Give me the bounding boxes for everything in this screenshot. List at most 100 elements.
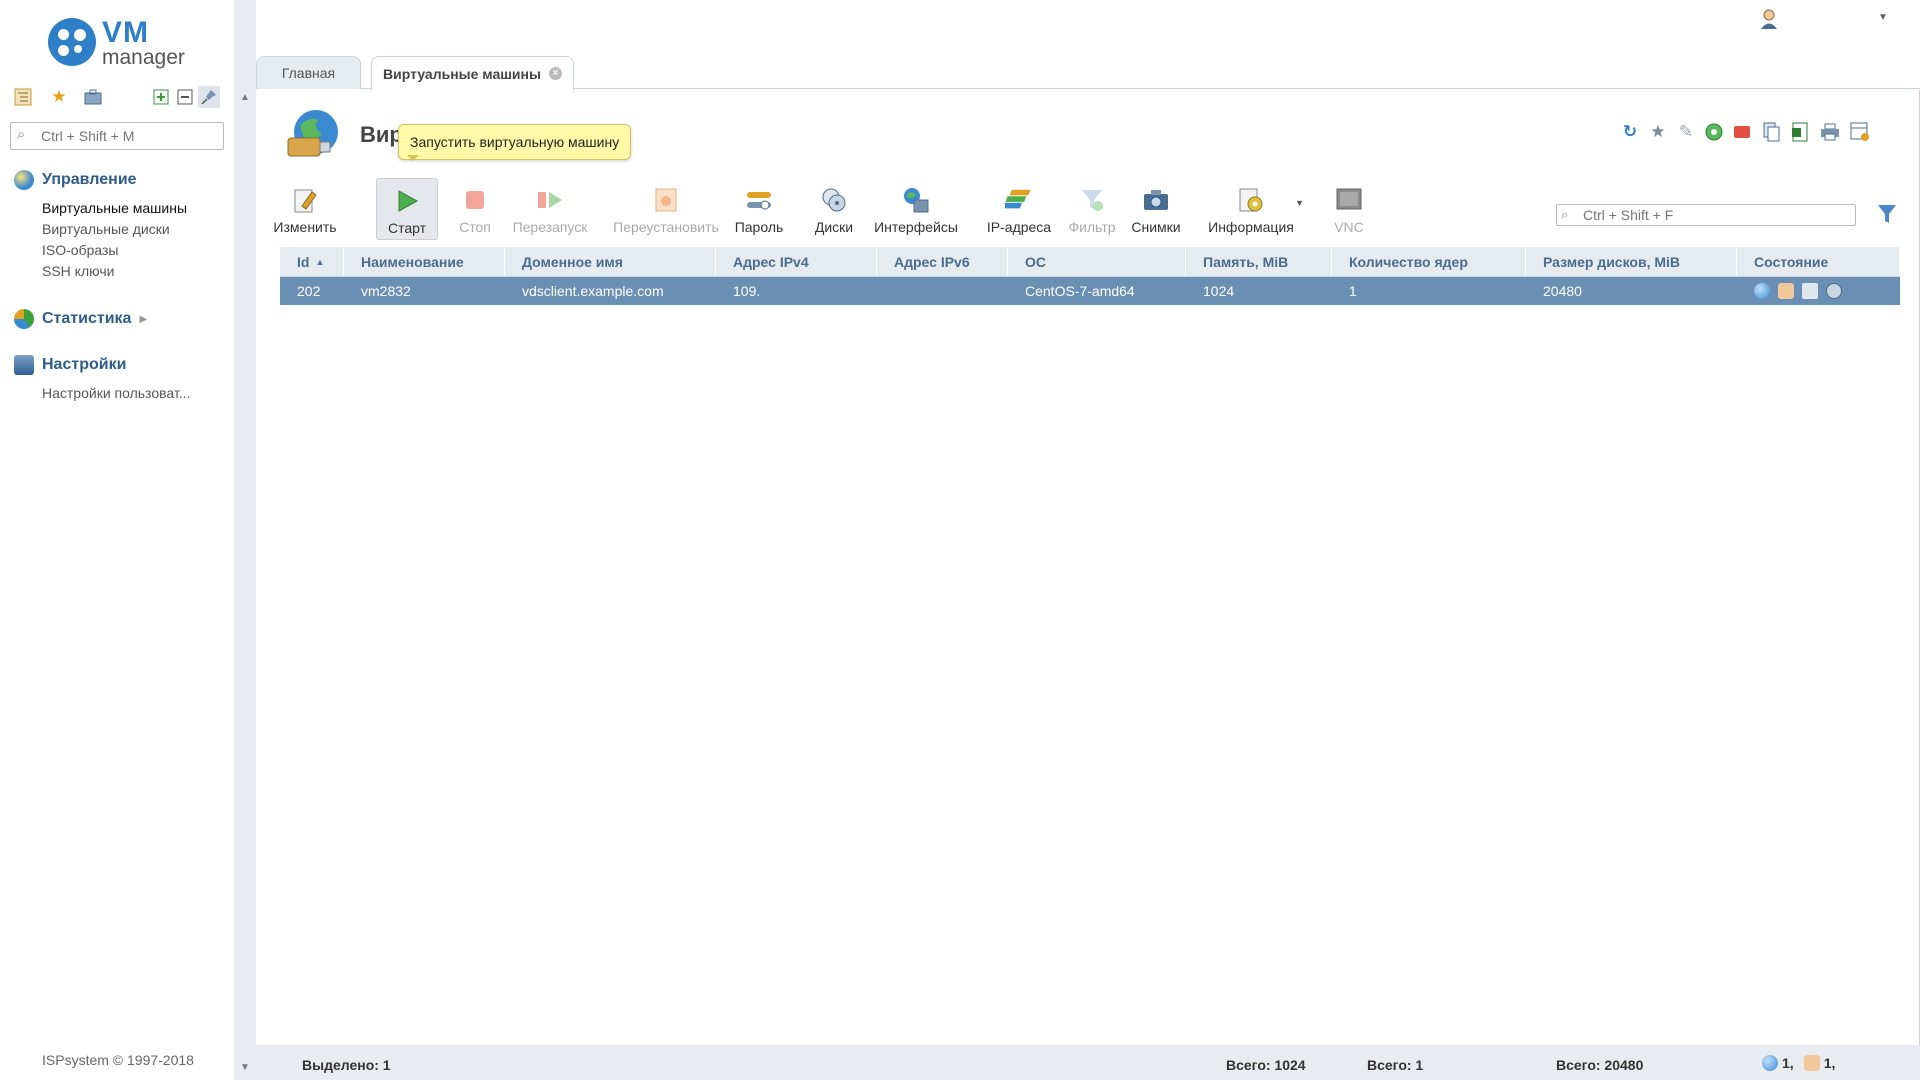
user-menu[interactable]: ▼ <box>1756 8 1888 32</box>
ip-addresses-icon <box>1005 186 1033 214</box>
briefcase-icon[interactable] <box>82 86 104 108</box>
table-filter-icon[interactable] <box>1876 202 1898 226</box>
sidebar-splitter[interactable]: ▲ ▼ <box>234 0 256 1080</box>
column-header-cores[interactable]: Количество ядер <box>1332 247 1526 276</box>
pin-icon[interactable]: ✎ <box>1674 120 1698 144</box>
menu-search-input[interactable] <box>41 126 219 146</box>
cell-id: 202 <box>297 283 321 299</box>
table-settings-icon[interactable] <box>1848 120 1872 144</box>
status-user-icon <box>1803 1055 1820 1071</box>
key-icon <box>745 186 773 214</box>
table-row[interactable]: 202 vm2832 vdsclient.example.com 109. Ce… <box>280 277 1900 305</box>
info-button[interactable]: Информация ▼ <box>1206 178 1304 240</box>
chevron-down-icon[interactable]: ▼ <box>1295 198 1304 208</box>
reinstall-button[interactable]: Переустановить <box>610 178 722 240</box>
logo-subtext: manager <box>102 46 185 69</box>
filter-button[interactable]: Фильтр <box>1062 178 1122 240</box>
cell-disk-size: 20480 <box>1543 283 1582 299</box>
cell-memory: 1024 <box>1203 283 1235 299</box>
total-disks: Всего: 20480 <box>1556 1057 1644 1073</box>
stop-button[interactable]: Стоп <box>450 178 500 240</box>
virtual-machines-globe-icon <box>287 110 338 157</box>
table-search-input[interactable] <box>1583 206 1851 224</box>
snapshots-button[interactable]: Снимки <box>1126 178 1186 240</box>
status-network-icon <box>1802 283 1818 299</box>
refresh-icon[interactable]: ↻ <box>1618 120 1642 144</box>
interfaces-icon <box>902 186 930 214</box>
favorite-star-icon[interactable]: ★ <box>1646 120 1670 144</box>
main-content: Вир Запустить виртуальную машину ↻ ★ ✎ И… <box>256 90 1920 1045</box>
menu-group-title[interactable]: Статистика ▶ <box>14 307 147 331</box>
network-globe-icon[interactable] <box>1702 120 1726 144</box>
favorites-star-icon[interactable]: ★ <box>48 86 70 108</box>
menu-group-title[interactable]: Управление <box>14 168 187 192</box>
column-header-memory[interactable]: Память, MiB <box>1186 247 1332 276</box>
total-cores: Всего: 1 <box>1367 1057 1424 1073</box>
sidebar-item-virtual-machines[interactable]: Виртуальные машины <box>14 198 187 219</box>
filter-funnel-icon <box>1078 186 1106 214</box>
restart-icon <box>536 186 564 214</box>
collapse-all-icon[interactable] <box>174 86 196 108</box>
user-avatar-icon <box>1761 9 1777 29</box>
column-header-ipv6[interactable]: Адрес IPv6 <box>877 247 1008 276</box>
vm-table: Id ▲ Наименование Доменное имя Адрес IPv4… <box>280 247 1900 305</box>
column-header-disk-size[interactable]: Размер дисков, MiB <box>1526 247 1737 276</box>
column-header-status[interactable]: Состояние <box>1737 247 1900 276</box>
ip-addresses-button[interactable]: IP-адреса <box>984 178 1054 240</box>
disks-button[interactable]: Диски <box>806 178 862 240</box>
cell-status <box>1737 277 1900 305</box>
expand-all-icon[interactable] <box>150 86 172 108</box>
tab-home[interactable]: Главная <box>256 56 361 89</box>
close-tab-icon[interactable]: × <box>548 67 562 80</box>
column-header-domain[interactable]: Доменное имя <box>505 247 716 276</box>
info-gear-icon <box>1237 186 1265 214</box>
cell-cores: 1 <box>1349 283 1357 299</box>
menu-group-settings: Настройки Настройки пользоват... <box>14 353 190 404</box>
menu-group-title[interactable]: Настройки <box>14 353 190 377</box>
page-title: Вир <box>360 122 403 147</box>
disks-icon <box>820 186 848 214</box>
column-header-os[interactable]: ОС <box>1008 247 1186 276</box>
menu-group-management: Управление Виртуальные машины Виртуальны… <box>14 168 187 282</box>
scroll-up-icon[interactable]: ▲ <box>240 92 250 103</box>
restart-button[interactable]: Перезапуск <box>506 178 594 240</box>
copyright: ISPsystem © 1997-2018 <box>42 1052 194 1068</box>
column-header-id[interactable]: Id ▲ <box>280 247 344 276</box>
scroll-down-icon[interactable]: ▼ <box>240 1062 250 1073</box>
cell-domain: vdsclient.example.com <box>522 283 664 299</box>
edit-button[interactable]: Изменить <box>273 178 337 240</box>
column-header-ipv4[interactable]: Адрес IPv4 <box>716 247 877 276</box>
tab-virtual-machines[interactable]: Виртуальные машины × <box>371 56 574 90</box>
logo[interactable]: VM manager <box>48 16 198 72</box>
page-actions: ↻ ★ ✎ <box>1618 120 1918 150</box>
play-icon <box>393 187 421 215</box>
cell-ipv6 <box>877 277 1008 305</box>
sort-ascending-icon: ▲ <box>315 256 325 267</box>
logo-text: VM <box>102 16 149 49</box>
edit-icon <box>291 186 319 214</box>
status-globe-icon <box>1754 283 1770 299</box>
column-header-name[interactable]: Наименование <box>344 247 505 276</box>
pin-icon[interactable] <box>198 86 220 108</box>
cell-ipv4: 109. <box>733 283 761 299</box>
password-button[interactable]: Пароль <box>728 178 790 240</box>
sidebar-item-iso-images[interactable]: ISO-образы <box>14 240 187 261</box>
print-icon[interactable] <box>1818 120 1842 144</box>
sidebar-item-ssh-keys[interactable]: SSH ключи <box>14 261 187 282</box>
start-button[interactable]: Старт <box>376 178 438 240</box>
sidebar-item-virtual-disks[interactable]: Виртуальные диски <box>14 219 187 240</box>
vnc-button[interactable]: VNC <box>1324 178 1374 240</box>
export-excel-icon[interactable] <box>1788 120 1812 144</box>
interfaces-button[interactable]: Интерфейсы <box>872 178 960 240</box>
logo-mark-icon <box>48 18 96 66</box>
stop-red-icon[interactable] <box>1730 120 1754 144</box>
menu-tree-icon[interactable] <box>12 86 34 108</box>
copy-icon[interactable] <box>1760 120 1784 144</box>
pie-chart-icon <box>14 309 34 329</box>
search-icon: ⌕ <box>1561 207 1569 222</box>
camera-icon <box>1142 186 1170 214</box>
total-memory: Всего: 1024 <box>1226 1057 1306 1073</box>
search-icon: ⌕ <box>17 126 26 143</box>
menu-search: ⌕ <box>10 122 224 150</box>
sidebar-item-user-settings[interactable]: Настройки пользоват... <box>14 383 190 404</box>
